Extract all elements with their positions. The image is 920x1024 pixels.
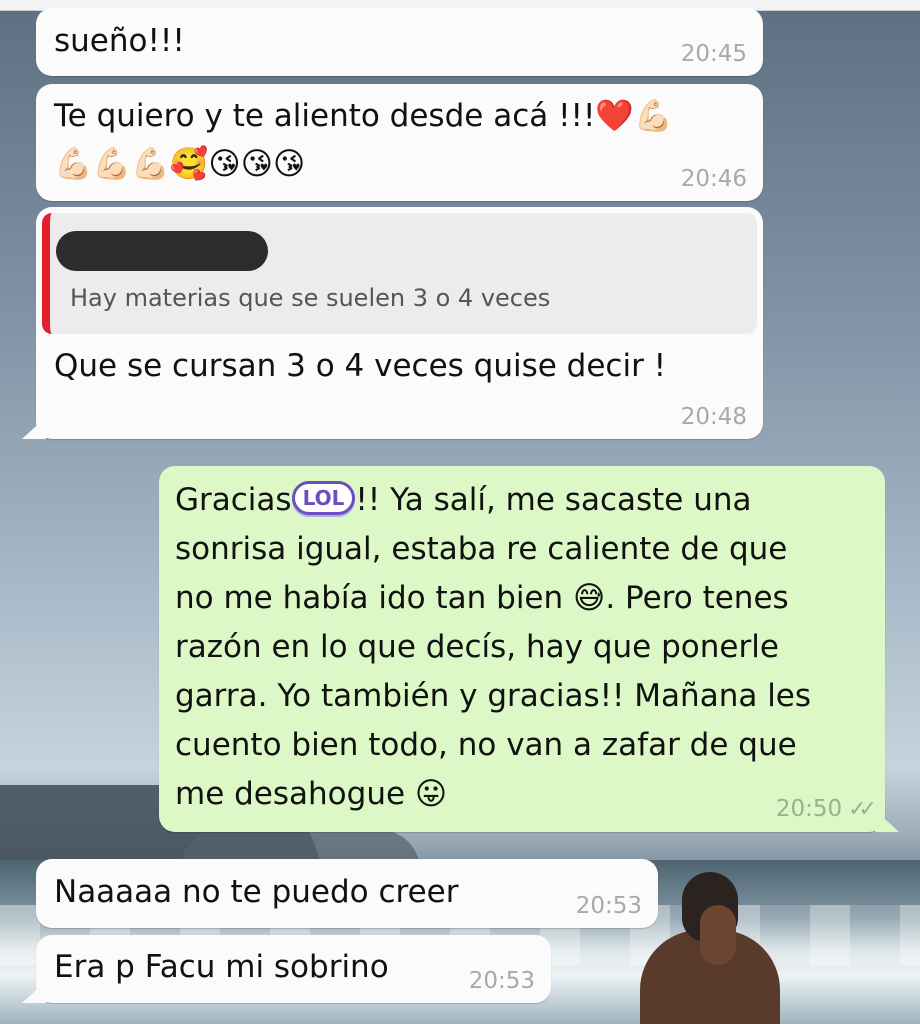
message-line: sonrisa igual, estaba re caliente de que (175, 531, 788, 567)
message-line: me desahogue 😛 (175, 776, 448, 812)
message-time: 20:46 (680, 166, 747, 192)
message-body: Gracias LOL!! Ya salí, me sacaste una son… (175, 476, 811, 819)
message-text: !! Ya salí, me sacaste una (355, 482, 752, 518)
message-bubble-outgoing[interactable]: Gracias LOL!! Ya salí, me sacaste una son… (159, 466, 899, 832)
message-line: garra. Yo también y gracias!! Mañana les (175, 678, 812, 714)
message-time: 20:50 ✓✓ (775, 795, 877, 824)
message-time-text: 20:50 (775, 796, 843, 822)
message-bubble-incoming[interactable]: Naaaaa no te puedo creer 20:53 (36, 859, 658, 928)
message-bubble-incoming[interactable]: Era p Facu mi sobrino 20:53 (22, 935, 551, 1003)
quoted-text: Hay materias que se suelen 3 o 4 veces (70, 284, 551, 312)
message-bubble-reply[interactable]: Hay materias que se suelen 3 o 4 veces Q… (22, 207, 763, 439)
message-line: razón en lo que decís, hay que ponerle (175, 629, 779, 665)
message-text: Naaaaa no te puedo creer (54, 874, 459, 910)
message-text: Que se cursan 3 o 4 veces quise decir ! (54, 348, 667, 384)
message-time: 20:48 (680, 404, 747, 430)
message-text-emoji-line: 💪🏻💪🏻💪🏻🥰😘😘😘 (54, 146, 306, 182)
message-line: cuento bien todo, no van a zafar de que (175, 727, 797, 763)
message-time: 20:53 (575, 893, 642, 919)
message-text: sueño!!! (54, 23, 185, 59)
message-text: Te quiero y te aliento desde acá !!!❤️💪🏻 (54, 98, 673, 134)
message-line: no me había ido tan bien 😅. Pero tenes (175, 580, 789, 616)
message-time: 20:45 (680, 41, 747, 67)
message-bubble-incoming[interactable]: Te quiero y te aliento desde acá !!!❤️💪🏻… (36, 84, 763, 201)
read-receipt-icon: ✓✓ (848, 797, 877, 822)
wallpaper-person-arm (700, 905, 736, 965)
lol-sticker-emoji: LOL (291, 480, 356, 515)
quoted-message[interactable]: Hay materias que se suelen 3 o 4 veces (42, 213, 757, 334)
message-text: Gracias (175, 482, 292, 518)
quoted-sender-redacted (56, 231, 268, 271)
message-line: Gracias LOL!! Ya salí, me sacaste una (175, 476, 811, 525)
message-time: 20:53 (468, 968, 535, 994)
message-bubble-incoming[interactable]: sueño!!! 20:45 (36, 8, 763, 76)
message-text: Era p Facu mi sobrino (54, 949, 389, 985)
